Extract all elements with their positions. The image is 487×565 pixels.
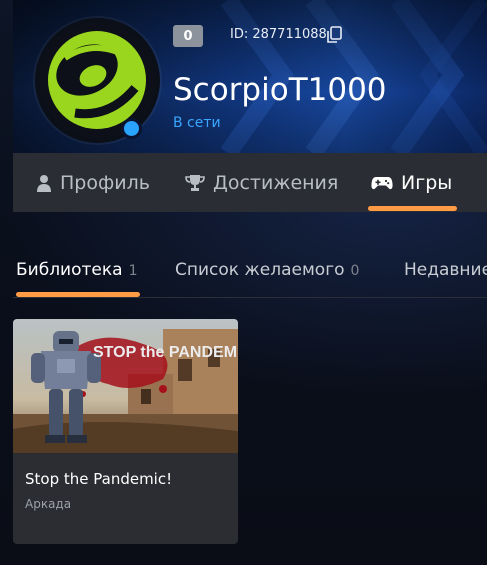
tab-achievements-label: Достижения — [213, 171, 339, 194]
tab-achievements[interactable]: Достижения — [185, 153, 338, 212]
tab-library-label: Библиотека — [16, 260, 123, 280]
tab-profile[interactable]: Профиль — [36, 153, 150, 212]
person-icon — [37, 174, 51, 192]
user-id: ID: 287711088 — [230, 27, 327, 42]
game-card[interactable]: STOP the PANDEMIC! Stop the Pandemic! Ар… — [13, 319, 238, 544]
tab-games[interactable]: Игры — [371, 153, 452, 212]
game-title: Stop the Pandemic! — [25, 470, 173, 488]
online-status-dot — [121, 118, 142, 139]
username: ScorpioT1000 — [173, 72, 387, 108]
library-tabs-divider — [13, 297, 487, 298]
tab-profile-label: Профиль — [60, 171, 150, 194]
tab-library[interactable]: Библиотека 1 — [16, 260, 137, 280]
copy-icon[interactable] — [326, 26, 342, 44]
tab-wishlist[interactable]: Список желаемого 0 — [175, 260, 359, 280]
game-genre: Аркада — [25, 497, 72, 511]
game-cover-image: STOP the PANDEMIC! — [13, 319, 238, 453]
library-tabs: Библиотека 1 Список желаемого 0 Недавние — [0, 250, 487, 300]
gamepad-icon — [371, 176, 393, 189]
tab-recent[interactable]: Недавние — [404, 260, 487, 280]
level-badge: 0 — [173, 25, 203, 47]
profile-tabs: Профиль Достижения Игры — [13, 153, 487, 212]
tab-games-label: Игры — [401, 171, 453, 194]
tab-library-count: 1 — [128, 263, 138, 279]
tab-recent-label: Недавние — [404, 260, 487, 280]
tab-wishlist-count: 0 — [350, 263, 360, 279]
tab-wishlist-label: Список желаемого — [175, 260, 345, 280]
online-status: В сети — [173, 115, 221, 131]
active-tab-indicator — [368, 206, 457, 211]
trophy-icon — [185, 174, 205, 191]
